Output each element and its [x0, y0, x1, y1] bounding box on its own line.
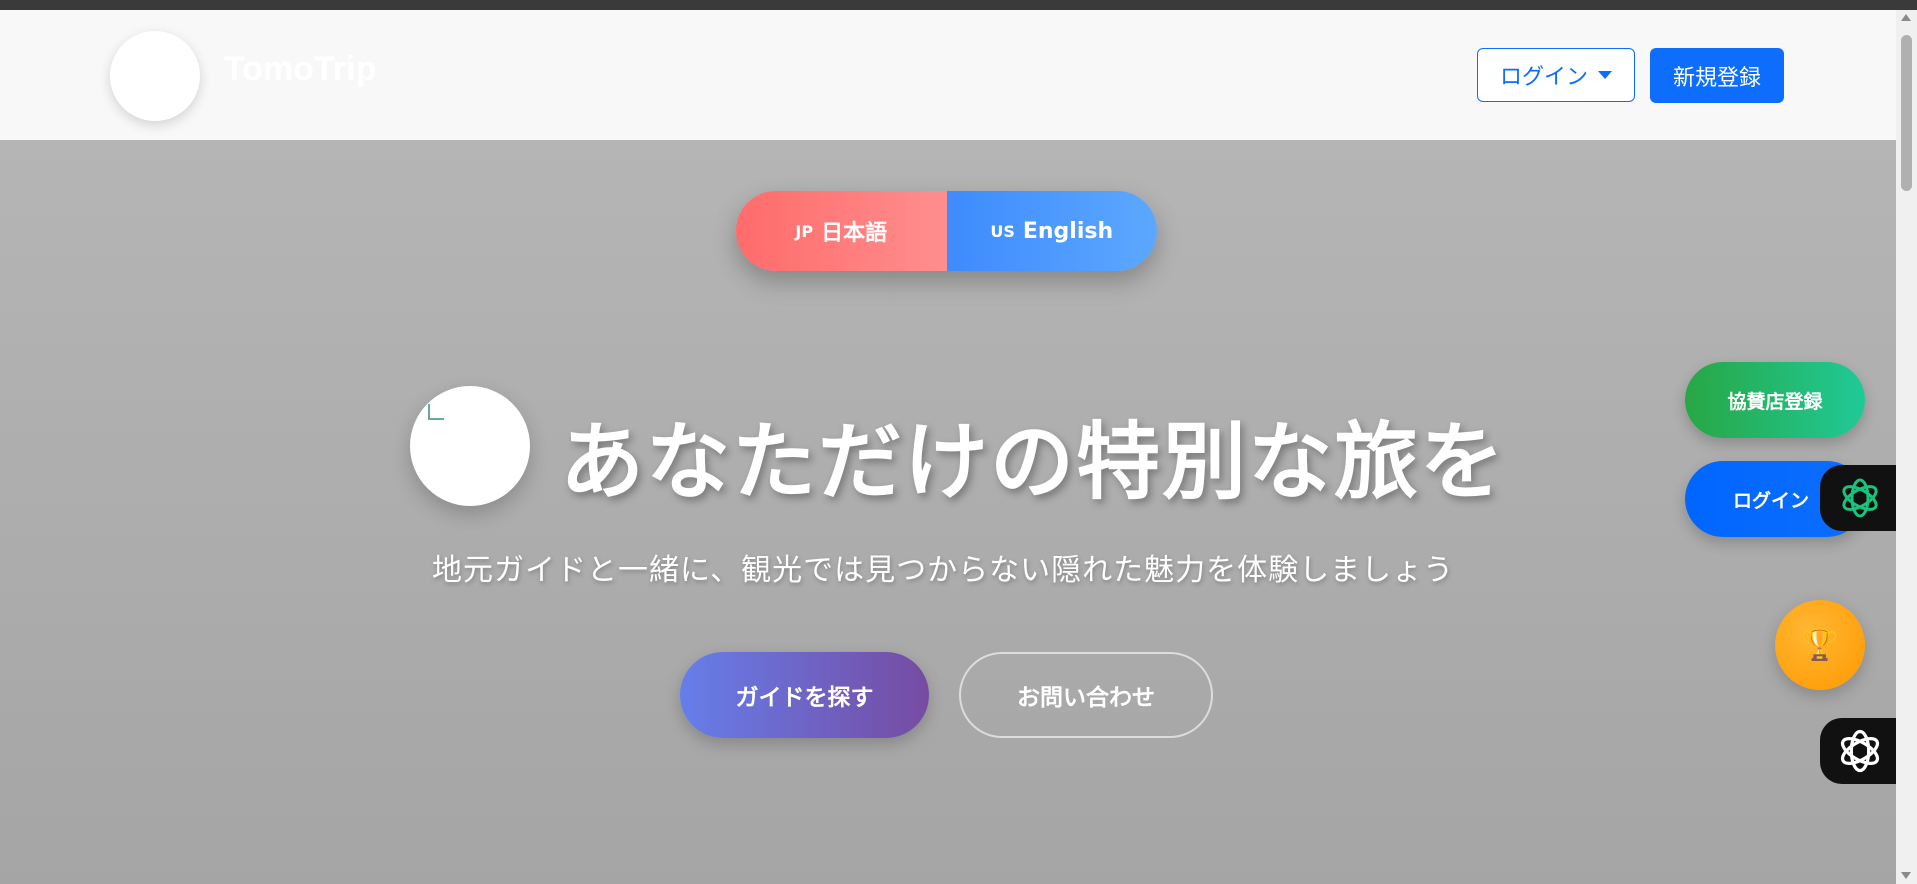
lang-japanese-button[interactable]: JP 日本語	[736, 191, 947, 271]
sponsor-register-button[interactable]: 協賛店登録	[1685, 362, 1865, 438]
scroll-up-icon[interactable]	[1901, 14, 1911, 21]
navbar: TomoTrip ログイン 新規登録	[0, 10, 1896, 141]
broken-image-icon	[428, 404, 444, 420]
trophy-icon: 🏆	[1801, 627, 1839, 663]
lang-english-button[interactable]: US English	[946, 191, 1157, 271]
logo[interactable]	[110, 31, 200, 121]
login-label: ログイン	[1499, 65, 1588, 90]
scroll-thumb[interactable]	[1901, 35, 1912, 191]
hero-subtitle: 地元ガイドと一緒に、観光では見つからない隠れた魅力を体験しましょう	[432, 553, 1455, 588]
ai-assistant-button[interactable]	[1820, 465, 1900, 531]
register-button[interactable]: 新規登録	[1650, 48, 1784, 103]
caret-down-icon	[1598, 71, 1612, 79]
trophy-button[interactable]: 🏆	[1775, 600, 1865, 690]
openai-icon	[1840, 729, 1880, 773]
find-guide-button[interactable]: ガイドを探す	[680, 652, 929, 738]
lang-english-label: English	[1022, 218, 1114, 244]
brand-name[interactable]: TomoTrip	[224, 50, 376, 89]
hero-logo-image	[410, 386, 530, 506]
lang-japanese-label: 日本語	[821, 221, 888, 246]
contact-button[interactable]: お問い合わせ	[959, 652, 1213, 738]
us-flag-icon: US	[990, 221, 1015, 241]
language-switcher: JP 日本語 US English	[736, 191, 1157, 271]
jp-flag-icon: JP	[795, 221, 814, 241]
scroll-down-icon[interactable]	[1901, 872, 1911, 879]
login-dropdown-button[interactable]: ログイン	[1477, 48, 1635, 102]
ai-chat-button[interactable]	[1820, 718, 1900, 784]
hero-headline: あなただけの特別な旅を	[560, 413, 1507, 511]
browser-top-strip	[0, 0, 1917, 10]
openai-icon	[1842, 478, 1878, 518]
page-scrollbar[interactable]	[1896, 10, 1917, 884]
